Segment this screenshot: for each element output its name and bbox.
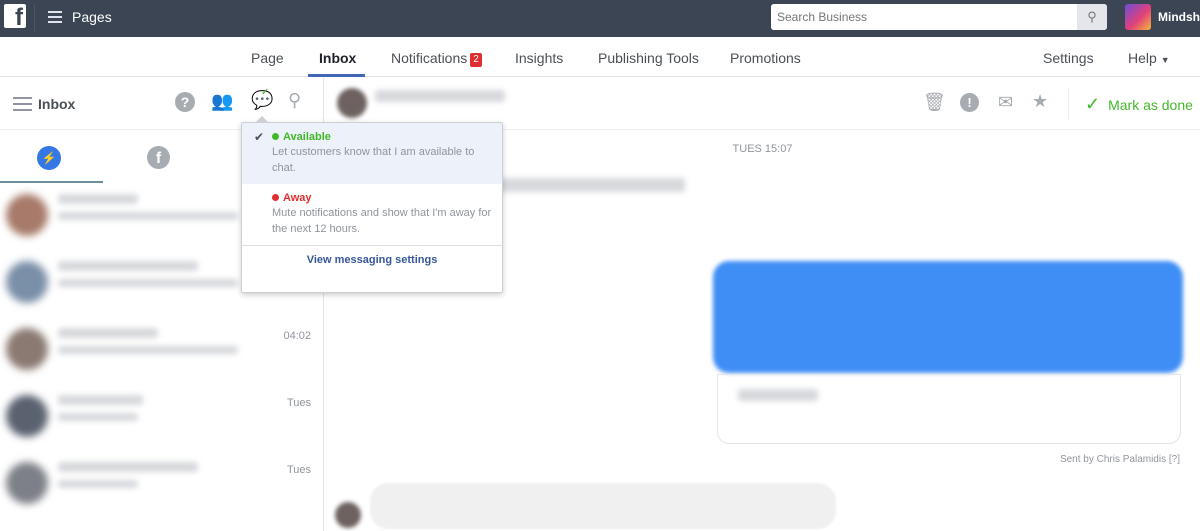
notification-badge: 2 [470, 53, 482, 67]
conversation-item[interactable]: Tues [0, 385, 323, 452]
avatar [6, 395, 48, 437]
top-bar: f Pages ⚲ Mindsha [0, 0, 1200, 37]
sidebar-title: Inbox [38, 96, 76, 112]
blurred-snippet [58, 212, 238, 220]
sent-message-bubble [713, 261, 1183, 373]
blurred-snippet [58, 413, 138, 421]
contact-avatar [337, 88, 367, 118]
blurred-attachment-title [738, 389, 818, 401]
blurred-message [495, 178, 685, 192]
time: Tues [286, 464, 311, 476]
away-description: Mute notifications and show that I'm awa… [272, 207, 492, 235]
sent-by-label: Sent by Chris Palamidis [?] [1059, 454, 1180, 465]
check-icon: ✔ [254, 130, 265, 144]
help-icon[interactable]: ? [175, 92, 195, 112]
search-input[interactable] [771, 4, 1071, 30]
option-away[interactable]: Away Mute notifications and show that I'… [242, 184, 502, 245]
option-available[interactable]: ✔ Available Let customers know that I am… [242, 123, 502, 184]
tab-promotions[interactable]: Promotions [730, 50, 801, 66]
account-name[interactable]: Mindsha [1158, 10, 1200, 24]
tab-inbox[interactable]: Inbox [319, 50, 356, 66]
check-icon: ✓ [1085, 94, 1101, 114]
tab-publishing-tools[interactable]: Publishing Tools [598, 50, 699, 66]
facebook-logo[interactable]: f [4, 4, 26, 28]
check-circle-icon: ✓ [261, 87, 270, 98]
star-icon[interactable]: ★ [1032, 91, 1048, 112]
conversation-item[interactable]: 04:02 [0, 318, 323, 385]
time: 04:02 [283, 330, 311, 342]
help-menu[interactable]: Help ▼ [1128, 50, 1170, 66]
active-tab-indicator [308, 74, 365, 77]
tab-insights[interactable]: Insights [515, 50, 563, 66]
time: Tues [286, 397, 311, 409]
availability-dropdown: ✔ Available Let customers know that I am… [241, 116, 503, 293]
view-messaging-settings-link[interactable]: View messaging settings [242, 245, 502, 274]
tab-page[interactable]: Page [251, 50, 284, 66]
blurred-name [58, 328, 158, 338]
trash-icon[interactable]: 🗑 [923, 92, 946, 113]
available-description: Let customers know that I am available t… [272, 146, 475, 174]
received-message-bubble [370, 483, 836, 529]
tab-label: Notifications [391, 50, 468, 66]
active-channel-indicator [0, 181, 103, 183]
blurred-name [58, 194, 138, 204]
blurred-snippet [58, 480, 138, 488]
avatar [6, 194, 48, 236]
app-title: Pages [72, 9, 112, 25]
divider [34, 4, 35, 32]
blurred-name [58, 462, 198, 472]
green-dot-icon [272, 133, 279, 140]
people-icon[interactable]: 👥 [211, 91, 233, 112]
envelope-icon[interactable]: ✉ [998, 92, 1013, 113]
search-box: ⚲ [771, 4, 1107, 30]
blurred-contact-name [375, 90, 505, 102]
mark-done-label: Mark as done [1108, 97, 1193, 113]
menu-icon[interactable] [13, 97, 32, 111]
messenger-icon[interactable]: ⚡ [37, 146, 61, 170]
blurred-snippet [58, 346, 238, 354]
settings-link[interactable]: Settings [1043, 50, 1094, 66]
message-attachment-card [717, 374, 1181, 444]
avatar [6, 462, 48, 504]
menu-icon[interactable] [48, 11, 62, 23]
blurred-snippet [58, 279, 238, 287]
tab-notifications[interactable]: Notifications 2 [391, 50, 482, 67]
mark-as-done-button[interactable]: ✓ Mark as done [1085, 94, 1193, 115]
blurred-name [58, 395, 143, 405]
blurred-name [58, 261, 198, 271]
page-avatar[interactable] [1125, 4, 1151, 30]
caret-down-icon: ▼ [1160, 55, 1170, 65]
facebook-icon[interactable]: f [147, 146, 170, 169]
help-label: Help [1128, 50, 1157, 66]
avatar [6, 328, 48, 370]
search-icon[interactable]: ⚲ [288, 90, 301, 111]
search-icon[interactable]: ⚲ [1077, 4, 1107, 30]
divider [1068, 88, 1069, 120]
availability-icon[interactable]: 💬 ✓ [251, 87, 273, 111]
avatar [6, 261, 48, 303]
spam-icon[interactable]: ! [960, 93, 979, 112]
conversation-item[interactable]: Tues [0, 452, 323, 519]
red-dot-icon [272, 194, 279, 201]
away-title: Away [283, 192, 312, 204]
page-nav: Page Inbox Notifications 2 Insights Publi… [0, 37, 1200, 77]
contact-avatar [335, 502, 361, 528]
available-title: Available [283, 131, 331, 143]
